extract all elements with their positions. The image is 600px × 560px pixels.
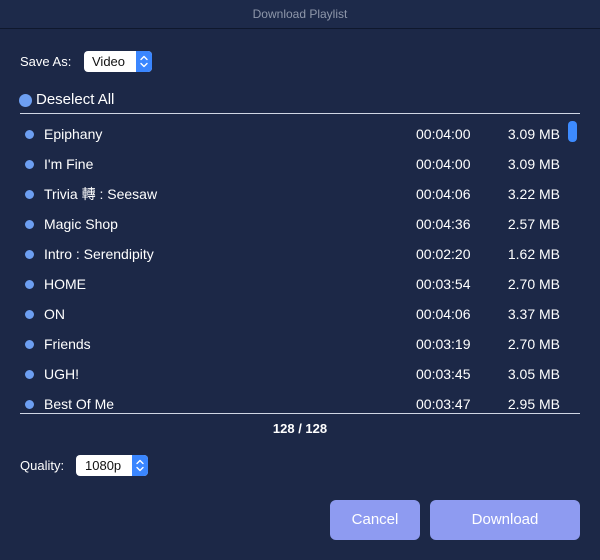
- track-row[interactable]: Epiphany 00:04:00 3.09 MB: [20, 119, 580, 149]
- track-size: 3.09 MB: [507, 156, 560, 172]
- track-size: 3.09 MB: [507, 126, 560, 142]
- track-name: Best Of Me: [44, 396, 115, 412]
- cancel-button[interactable]: Cancel: [330, 500, 420, 540]
- window-title: Download Playlist: [0, 0, 600, 29]
- track-checkbox-icon[interactable]: [25, 340, 34, 349]
- track-size: 2.70 MB: [507, 276, 560, 292]
- track-name: I'm Fine: [44, 156, 94, 172]
- track-duration: 00:04:36: [416, 216, 471, 232]
- list-bottom-divider: [20, 413, 580, 414]
- save-as-value: Video: [92, 54, 126, 69]
- save-as-label: Save As:: [20, 54, 72, 69]
- track-checkbox-icon[interactable]: [25, 400, 34, 409]
- save-as-stepper-icon[interactable]: [136, 51, 152, 72]
- track-size: 1.62 MB: [507, 246, 560, 262]
- track-name: Epiphany: [44, 126, 103, 142]
- track-name: Friends: [44, 336, 91, 352]
- track-checkbox-icon[interactable]: [25, 130, 34, 139]
- track-row[interactable]: I'm Fine 00:04:00 3.09 MB: [20, 149, 580, 179]
- track-row[interactable]: Trivia 轉 : Seesaw 00:04:06 3.22 MB: [20, 179, 580, 209]
- track-checkbox-icon[interactable]: [25, 190, 34, 199]
- track-list[interactable]: Epiphany 00:04:00 3.09 MB I'm Fine 00:04…: [20, 119, 580, 412]
- track-row[interactable]: Best Of Me 00:03:47 2.95 MB: [20, 389, 580, 412]
- track-duration: 00:03:47: [416, 396, 471, 412]
- track-duration: 00:03:54: [416, 276, 471, 292]
- track-checkbox-icon[interactable]: [25, 280, 34, 289]
- track-size: 2.95 MB: [507, 396, 560, 412]
- track-name: HOME: [44, 276, 86, 292]
- quality-stepper-icon[interactable]: [132, 455, 148, 476]
- track-checkbox-icon[interactable]: [25, 370, 34, 379]
- track-name: Magic Shop: [44, 216, 118, 232]
- list-top-divider: [20, 113, 580, 114]
- track-duration: 00:02:20: [416, 246, 471, 262]
- download-button[interactable]: Download: [430, 500, 580, 540]
- track-row[interactable]: UGH! 00:03:45 3.05 MB: [20, 359, 580, 389]
- track-checkbox-icon[interactable]: [25, 250, 34, 259]
- quality-label: Quality:: [20, 458, 65, 473]
- deselect-all-radio-icon[interactable]: [19, 94, 32, 107]
- list-scrollbar[interactable]: [568, 121, 577, 142]
- track-duration: 00:03:45: [416, 366, 471, 382]
- track-name: UGH!: [44, 366, 79, 382]
- quality-select[interactable]: 1080p: [76, 455, 148, 476]
- track-name: Trivia 轉 : Seesaw: [44, 186, 158, 202]
- track-row[interactable]: ON 00:04:06 3.37 MB: [20, 299, 580, 329]
- track-duration: 00:04:00: [416, 126, 471, 142]
- track-size: 2.57 MB: [507, 216, 560, 232]
- track-name: ON: [44, 306, 65, 322]
- track-checkbox-icon[interactable]: [25, 160, 34, 169]
- track-name: Intro : Serendipity: [44, 246, 154, 262]
- selection-count: 128 / 128: [272, 421, 328, 436]
- track-size: 3.37 MB: [507, 306, 560, 322]
- track-size: 2.70 MB: [507, 336, 560, 352]
- track-duration: 00:04:06: [416, 186, 471, 202]
- track-size: 3.22 MB: [507, 186, 560, 202]
- track-checkbox-icon[interactable]: [25, 220, 34, 229]
- track-row[interactable]: Intro : Serendipity 00:02:20 1.62 MB: [20, 239, 580, 269]
- track-duration: 00:04:00: [416, 156, 471, 172]
- track-duration: 00:04:06: [416, 306, 471, 322]
- track-row[interactable]: HOME 00:03:54 2.70 MB: [20, 269, 580, 299]
- save-as-select[interactable]: Video: [84, 51, 152, 72]
- track-size: 3.05 MB: [507, 366, 560, 382]
- deselect-all-label[interactable]: Deselect All: [36, 91, 114, 109]
- track-duration: 00:03:19: [416, 336, 471, 352]
- track-checkbox-icon[interactable]: [25, 310, 34, 319]
- track-row[interactable]: Friends 00:03:19 2.70 MB: [20, 329, 580, 359]
- quality-value: 1080p: [85, 458, 122, 473]
- track-row[interactable]: Magic Shop 00:04:36 2.57 MB: [20, 209, 580, 239]
